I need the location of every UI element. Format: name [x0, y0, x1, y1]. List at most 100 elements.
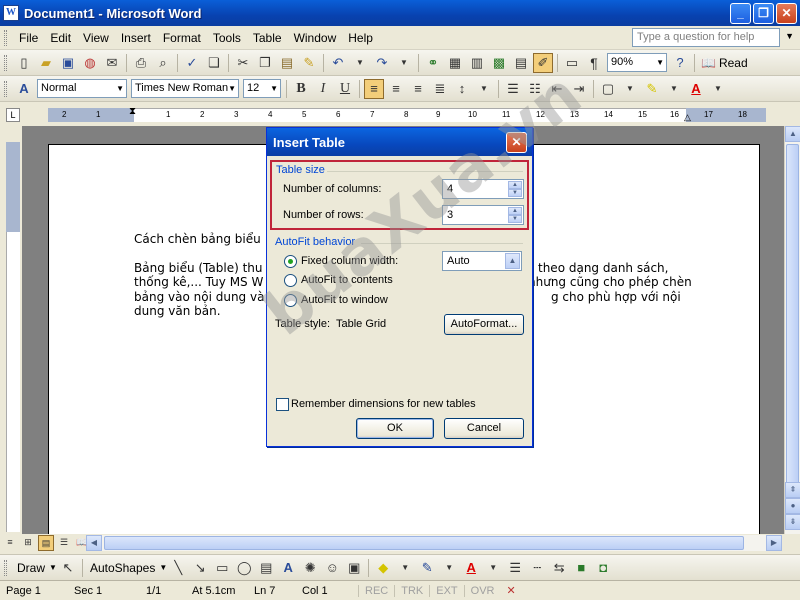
outline-view-icon[interactable]: ☰ — [56, 535, 72, 551]
increase-indent-icon[interactable]: ⇥ — [569, 79, 589, 99]
cut-icon[interactable]: ✂ — [233, 53, 253, 73]
permission-icon[interactable]: ◍ — [80, 53, 100, 73]
new-document-icon[interactable]: ▯ — [14, 53, 34, 73]
underline-icon[interactable]: U — [335, 79, 355, 99]
line-spacing-dropdown-icon[interactable]: ▼ — [474, 79, 494, 99]
print-icon[interactable]: ⎙ — [131, 53, 151, 73]
web-layout-view-icon[interactable]: ⊞ — [20, 535, 36, 551]
columns-icon[interactable]: ▤ — [511, 53, 531, 73]
normal-view-icon[interactable]: ≡ — [2, 535, 18, 551]
spin-up-icon[interactable]: ▲ — [508, 207, 522, 215]
line-style-icon[interactable]: ☰ — [505, 558, 525, 578]
arrow-style-icon[interactable]: ⇆ — [549, 558, 569, 578]
ok-button[interactable]: OK — [356, 418, 434, 439]
remember-dimensions-label[interactable]: Remember dimensions for new tables — [291, 398, 476, 410]
remember-dimensions-checkbox[interactable] — [276, 398, 289, 411]
chevron-down-icon[interactable]: ▼ — [656, 58, 664, 67]
toolbar-grip[interactable] — [4, 29, 7, 46]
fill-color-icon[interactable]: ◆ — [373, 558, 393, 578]
fixed-width-input[interactable]: Auto ▲ — [442, 251, 522, 271]
menu-edit[interactable]: Edit — [44, 29, 77, 47]
status-ovr[interactable]: OVR — [463, 584, 501, 597]
menu-file[interactable]: File — [13, 29, 44, 47]
save-icon[interactable]: ▣ — [58, 53, 78, 73]
close-button[interactable]: ✕ — [776, 3, 797, 24]
document-map-icon[interactable]: ▭ — [562, 53, 582, 73]
drawing-icon[interactable]: ✐ — [533, 52, 553, 73]
line-color-dropdown-icon[interactable]: ▼ — [439, 558, 459, 578]
decrease-indent-icon[interactable]: ⇤ — [547, 79, 567, 99]
menu-table[interactable]: Table — [247, 29, 288, 47]
toolbar-grip[interactable] — [4, 54, 7, 71]
bold-icon[interactable]: B — [291, 79, 311, 99]
spin-down-icon[interactable]: ▼ — [508, 215, 522, 223]
print-preview-icon[interactable]: ⌕ — [153, 53, 173, 73]
dialog-close-icon[interactable]: ✕ — [506, 132, 527, 153]
insert-table-icon[interactable]: ▥ — [467, 53, 487, 73]
3d-style-icon[interactable]: ◘ — [593, 558, 613, 578]
autofit-window-label[interactable]: AutoFit to window — [301, 294, 388, 306]
oval-icon[interactable]: ◯ — [234, 558, 254, 578]
help-icon[interactable]: ? — [670, 53, 690, 73]
scroll-up-icon[interactable]: ▲ — [785, 126, 800, 142]
fill-color-dropdown-icon[interactable]: ▼ — [395, 558, 415, 578]
font-color-icon[interactable]: A — [461, 558, 481, 578]
fixed-width-radio[interactable] — [284, 255, 297, 268]
tab-selector[interactable]: L — [6, 108, 20, 122]
paste-icon[interactable]: ▤ — [277, 53, 297, 73]
borders-dropdown-icon[interactable]: ▼ — [620, 79, 640, 99]
print-layout-view-icon[interactable]: ▤ — [38, 535, 54, 551]
scroll-right-icon[interactable]: ▶ — [766, 535, 782, 551]
browse-object-icon[interactable]: ● — [785, 498, 800, 514]
tables-borders-icon[interactable]: ▦ — [445, 53, 465, 73]
zoom-select[interactable]: 90% ▼ — [607, 53, 667, 72]
autoshapes-menu[interactable]: AutoShapes — [86, 561, 159, 575]
chevron-down-icon[interactable]: ▼ — [270, 84, 278, 93]
menu-window[interactable]: Window — [288, 29, 343, 47]
chevron-down-icon[interactable]: ▼ — [228, 84, 236, 93]
chevron-down-icon[interactable]: ▼ — [159, 563, 167, 572]
horizontal-ruler[interactable]: L 2 1 1 2 3 4 5 6 7 8 9 10 11 12 13 14 1… — [0, 104, 800, 126]
highlight-icon[interactable]: ✎ — [642, 79, 662, 99]
autofit-contents-radio[interactable] — [284, 274, 297, 287]
menu-tools[interactable]: Tools — [207, 29, 247, 47]
align-right-icon[interactable]: ≡ — [408, 79, 428, 99]
copy-icon[interactable]: ❐ — [255, 53, 275, 73]
indent-marker-icon[interactable]: ⧗ — [129, 106, 136, 117]
autofit-contents-label[interactable]: AutoFit to contents — [301, 274, 393, 286]
rectangle-icon[interactable]: ▭ — [212, 558, 232, 578]
research-icon[interactable]: ❏ — [204, 53, 224, 73]
undo-dropdown-icon[interactable]: ▼ — [350, 53, 370, 73]
scroll-left-icon[interactable]: ◀ — [86, 535, 102, 551]
line-color-icon[interactable]: ✎ — [417, 558, 437, 578]
read-button[interactable]: 📖 Read — [698, 53, 751, 73]
autoformat-button[interactable]: AutoFormat... — [444, 314, 524, 335]
columns-input[interactable]: 4 ▲ ▼ — [442, 179, 524, 199]
prev-page-icon[interactable]: ⇞ — [785, 482, 800, 498]
open-folder-icon[interactable]: ▰ — [36, 53, 56, 73]
highlight-dropdown-icon[interactable]: ▼ — [664, 79, 684, 99]
style-select[interactable]: Normal ▼ — [37, 79, 127, 98]
picture-icon[interactable]: ▣ — [344, 558, 364, 578]
toolbar-grip[interactable] — [4, 80, 7, 97]
status-ext[interactable]: EXT — [429, 584, 463, 597]
line-icon[interactable]: ╲ — [168, 558, 188, 578]
cancel-button[interactable]: Cancel — [444, 418, 524, 439]
italic-icon[interactable]: I — [313, 79, 333, 99]
format-painter-icon[interactable]: ✎ — [299, 53, 319, 73]
font-color-dropdown-icon[interactable]: ▼ — [708, 79, 728, 99]
menu-insert[interactable]: Insert — [115, 29, 157, 47]
font-select[interactable]: Times New Roman ▼ — [131, 79, 239, 98]
email-icon[interactable]: ✉ — [102, 53, 122, 73]
menu-help[interactable]: Help — [342, 29, 379, 47]
styles-formatting-icon[interactable]: A — [14, 79, 34, 99]
status-rec[interactable]: REC — [358, 584, 394, 597]
undo-icon[interactable]: ↶ — [328, 53, 348, 73]
menu-format[interactable]: Format — [157, 29, 207, 47]
spin-down-icon[interactable]: ▼ — [508, 189, 522, 197]
show-hide-icon[interactable]: ¶ — [584, 53, 604, 73]
font-color-icon[interactable]: A — [686, 79, 706, 99]
dash-style-icon[interactable]: ┄ — [527, 558, 547, 578]
fixed-width-label[interactable]: Fixed column width: — [301, 255, 398, 267]
spelling-status-icon[interactable]: ✕ — [500, 584, 521, 597]
